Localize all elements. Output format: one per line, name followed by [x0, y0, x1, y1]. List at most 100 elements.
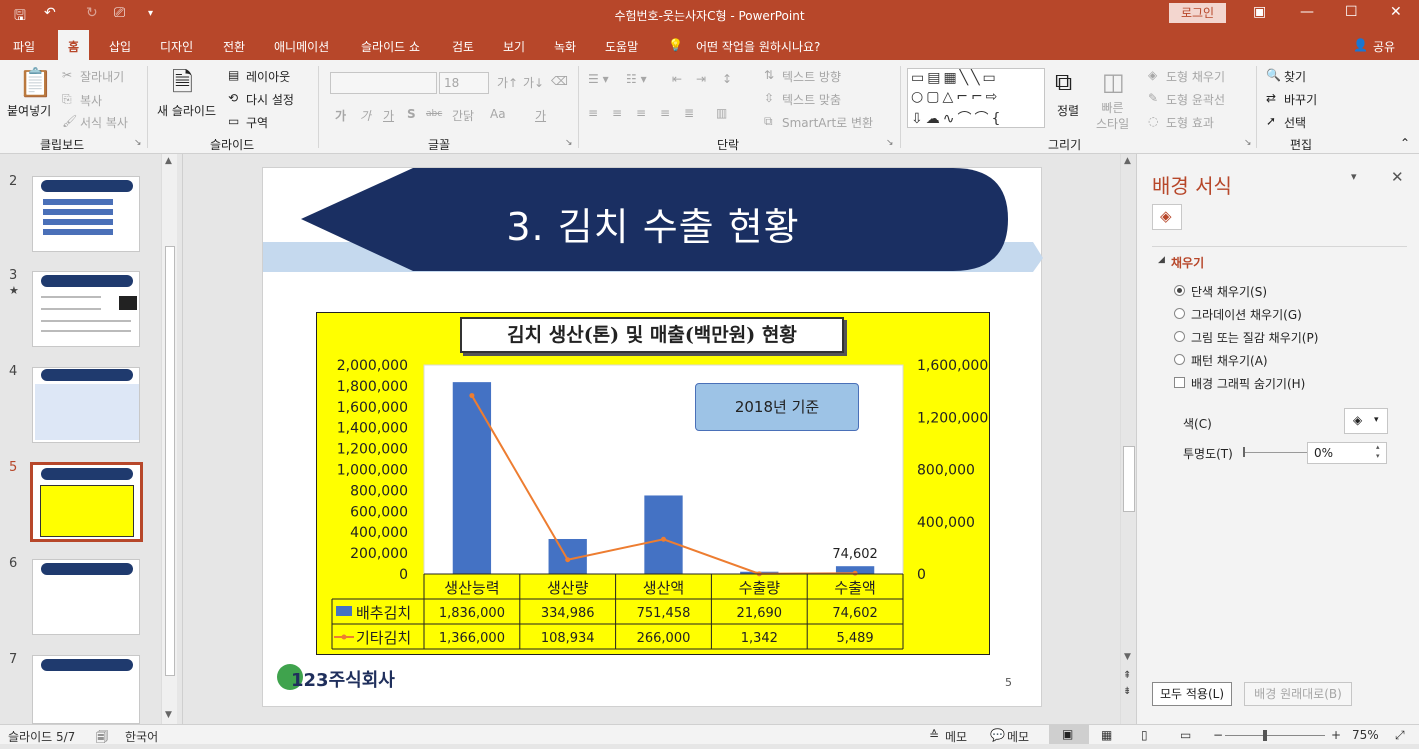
- slide-sorter-icon[interactable]: ▦: [1101, 728, 1112, 742]
- numbering-icon[interactable]: ☷ ▾: [626, 72, 647, 86]
- decrease-indent-icon[interactable]: ⇤: [672, 72, 682, 86]
- reset-button[interactable]: 다시 설정: [246, 91, 294, 108]
- collapse-section-icon[interactable]: ◢: [1158, 255, 1165, 265]
- zoom-out-icon[interactable]: −: [1213, 728, 1223, 742]
- bullets-icon[interactable]: ☰ ▾: [588, 72, 609, 86]
- slide-canvas[interactable]: 3. 김치 수출 현황 김치 생산(톤) 및 매출(백만원) 현황 0 200,0…: [262, 167, 1043, 707]
- picture-fill-label[interactable]: 그림 또는 질감 채우기(P): [1191, 329, 1318, 346]
- collapse-ribbon-icon[interactable]: ⌃: [1400, 136, 1410, 150]
- font-name-select[interactable]: [330, 72, 437, 94]
- scrollbar-thumb[interactable]: [165, 246, 175, 676]
- shape-fill-button[interactable]: 도형 채우기: [1166, 68, 1225, 85]
- new-slide-button[interactable]: 새 슬라이드: [157, 102, 216, 119]
- tab-animations[interactable]: 애니메이션: [274, 38, 329, 55]
- tab-design[interactable]: 디자인: [160, 38, 193, 55]
- chart-area[interactable]: 김치 생산(톤) 및 매출(백만원) 현황 0 200,000 400,000 600…: [316, 312, 990, 655]
- tab-home[interactable]: 홈: [58, 30, 90, 60]
- cut-button[interactable]: 잘라내기: [80, 68, 124, 85]
- bold-button[interactable]: 가: [335, 107, 346, 124]
- shadow-button[interactable]: S: [407, 107, 416, 121]
- tab-file[interactable]: 파일: [13, 38, 35, 55]
- pattern-fill-radio[interactable]: [1174, 354, 1185, 365]
- tell-me-search[interactable]: 어떤 작업을 원하시나요?: [696, 38, 820, 55]
- shape-outline-button[interactable]: 도형 윤곽선: [1166, 91, 1225, 108]
- slide-thumbnail-3[interactable]: [32, 271, 140, 347]
- picture-fill-radio[interactable]: [1174, 331, 1185, 342]
- comments-button[interactable]: 메모: [1007, 728, 1029, 745]
- maximize-icon[interactable]: ☐: [1345, 4, 1358, 20]
- fill-section-header[interactable]: 채우기: [1171, 254, 1204, 271]
- reset-background-button[interactable]: 배경 원래대로(B): [1244, 682, 1352, 706]
- ribbon-display-icon[interactable]: ▣: [1253, 4, 1266, 20]
- align-center-icon[interactable]: ≡: [612, 106, 622, 120]
- scrollbar-thumb[interactable]: [1123, 446, 1135, 512]
- shapes-gallery[interactable]: ▭▤▦╲╲▭ ○▢△⌐⌐⇨ ⇩☁∿⌒⌒{: [907, 68, 1045, 128]
- slideshow-view-icon[interactable]: ▭: [1180, 728, 1191, 742]
- fit-to-window-icon[interactable]: ⤢: [1395, 728, 1405, 743]
- spellcheck-icon[interactable]: 🗐: [96, 728, 108, 749]
- section-button[interactable]: 구역: [246, 114, 268, 131]
- select-button[interactable]: 선택: [1284, 114, 1306, 131]
- shape-icons-row2[interactable]: ○▢△⌐⌐⇨: [911, 89, 1000, 105]
- transparency-input[interactable]: 0% ▴ ▾: [1307, 442, 1387, 464]
- dialog-launcher-icon[interactable]: ↘: [886, 138, 894, 148]
- zoom-level[interactable]: 75%: [1352, 728, 1379, 742]
- minimize-icon[interactable]: —: [1300, 4, 1314, 20]
- clear-format-icon[interactable]: ⌫: [551, 74, 568, 88]
- font-color-button[interactable]: 가: [535, 107, 546, 124]
- paste-button[interactable]: 붙여넣기: [7, 102, 51, 119]
- pane-close-icon[interactable]: ✕: [1391, 168, 1404, 186]
- tab-view[interactable]: 보기: [503, 38, 525, 55]
- color-picker-button[interactable]: ◈ ▾: [1344, 408, 1388, 434]
- next-slide-icon[interactable]: ⇟: [1123, 686, 1131, 697]
- slide-thumbnail-6[interactable]: [32, 559, 140, 635]
- tab-help[interactable]: 도움말: [605, 38, 638, 55]
- tab-review[interactable]: 검토: [452, 38, 474, 55]
- find-button[interactable]: 찾기: [1284, 68, 1306, 85]
- zoom-slider-handle[interactable]: [1263, 730, 1267, 741]
- line-spacing-icon[interactable]: ↕: [722, 72, 732, 86]
- tab-record[interactable]: 녹화: [554, 38, 576, 55]
- italic-button[interactable]: 가: [360, 107, 371, 124]
- language-indicator[interactable]: 한국어: [125, 728, 158, 745]
- dialog-launcher-icon[interactable]: ↘: [565, 138, 573, 148]
- pattern-fill-label[interactable]: 패턴 채우기(A): [1191, 352, 1268, 369]
- scroll-up-icon[interactable]: ▲: [165, 156, 172, 166]
- gradient-fill-radio[interactable]: [1174, 308, 1185, 319]
- previous-slide-icon[interactable]: ⇞: [1123, 670, 1131, 681]
- replace-button[interactable]: 바꾸기: [1284, 91, 1317, 108]
- scroll-down-icon[interactable]: ▼: [165, 710, 172, 720]
- strikethrough-button[interactable]: abc: [426, 109, 442, 119]
- normal-view-button[interactable]: ▣: [1049, 725, 1089, 744]
- arrange-button[interactable]: 정렬: [1057, 102, 1079, 119]
- align-left-icon[interactable]: ≡: [588, 106, 598, 120]
- shape-effects-button[interactable]: 도형 효과: [1166, 114, 1214, 131]
- slide-thumbnail-4[interactable]: [32, 367, 140, 443]
- reading-view-icon[interactable]: ▯: [1141, 728, 1148, 742]
- layout-button[interactable]: 레이아웃: [246, 68, 290, 85]
- align-right-icon[interactable]: ≡: [636, 106, 646, 120]
- share-button[interactable]: 공유: [1373, 38, 1395, 55]
- pane-options-icon[interactable]: ▾: [1351, 170, 1357, 183]
- distributed-icon[interactable]: ≣: [684, 106, 694, 120]
- columns-icon[interactable]: ▥: [716, 106, 727, 120]
- zoom-slider[interactable]: [1225, 735, 1325, 736]
- apply-all-button[interactable]: 모두 적용(L): [1152, 682, 1232, 706]
- scroll-up-icon[interactable]: ▲: [1124, 156, 1131, 166]
- shrink-font-icon[interactable]: 가↓: [523, 74, 544, 91]
- tab-transitions[interactable]: 전환: [223, 38, 245, 55]
- spinner-icon[interactable]: ▴ ▾: [1376, 443, 1380, 461]
- close-icon[interactable]: ✕: [1390, 4, 1402, 20]
- shape-icons-row3[interactable]: ⇩☁∿⌒⌒{: [911, 108, 1003, 128]
- font-size-select[interactable]: 18: [439, 72, 489, 94]
- solid-fill-label[interactable]: 단색 채우기(S): [1191, 283, 1267, 300]
- hide-graphics-label[interactable]: 배경 그래픽 숨기기(H): [1191, 375, 1305, 392]
- dialog-launcher-icon[interactable]: ↘: [134, 138, 142, 148]
- change-case-button[interactable]: Aa: [490, 107, 506, 121]
- align-text-button[interactable]: 텍스트 맞춤: [782, 91, 841, 108]
- grow-font-icon[interactable]: 가↑: [497, 74, 518, 91]
- login-button[interactable]: 로그인: [1169, 3, 1226, 23]
- text-direction-button[interactable]: 텍스트 방향: [782, 68, 841, 85]
- tab-slideshow[interactable]: 슬라이드 쇼: [361, 38, 420, 55]
- shape-icons-row1[interactable]: ▭▤▦╲╲▭: [911, 70, 999, 86]
